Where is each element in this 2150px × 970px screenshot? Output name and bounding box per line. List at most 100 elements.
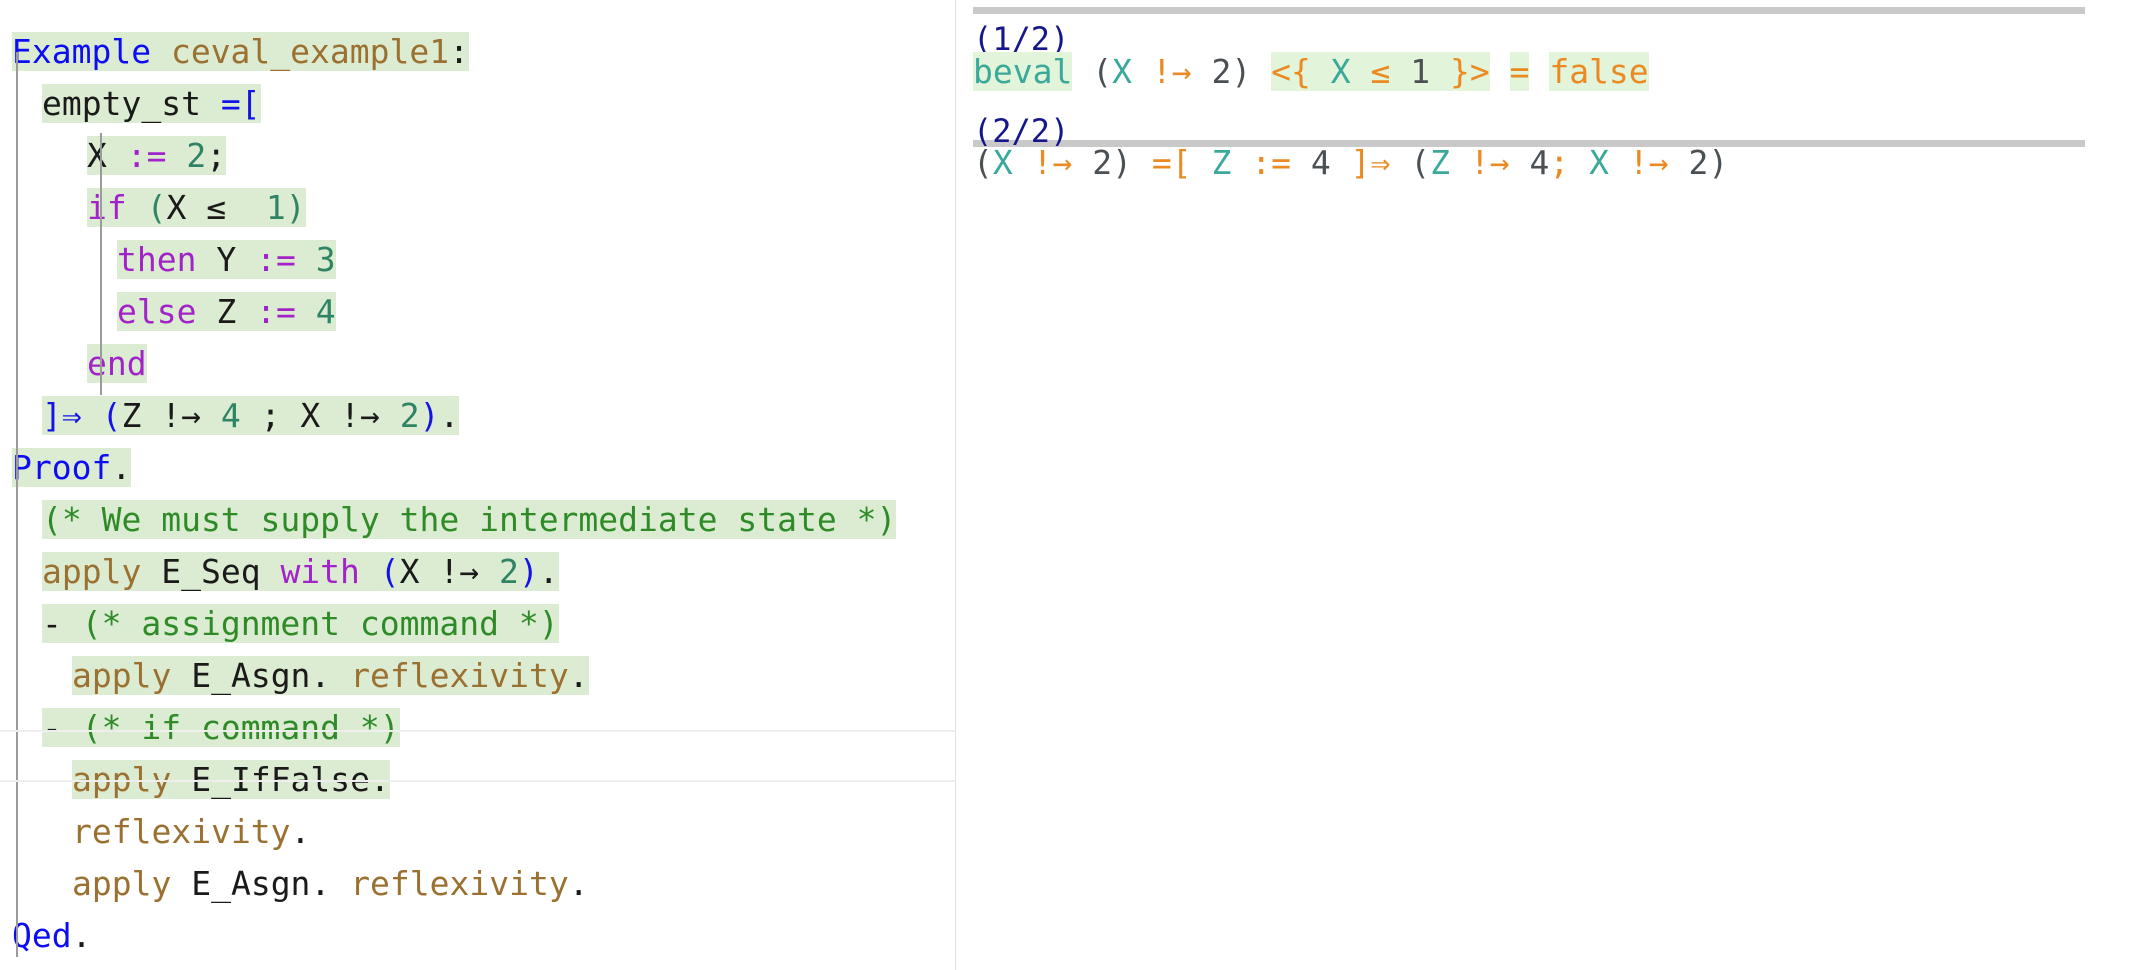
goal-token: 2	[1668, 143, 1709, 182]
code-text-layer[interactable]: Example ceval_example1: empty_st =[X := 2…	[0, 0, 955, 970]
code-token: 1	[245, 188, 286, 227]
code-line[interactable]: apply E_Asgn. reflexivity.	[0, 858, 589, 910]
code-token: :	[449, 32, 469, 71]
code-token: end	[87, 344, 147, 383]
goal-token: )	[1112, 143, 1152, 182]
goal-token: (	[1092, 52, 1113, 91]
goal-token: =[	[1151, 143, 1192, 182]
code-token: apply	[72, 864, 192, 903]
code-line[interactable]: - (* assignment command *)	[0, 598, 559, 650]
code-token: E_Asgn	[191, 864, 311, 903]
code-line[interactable]: (* We must supply the intermediate state…	[0, 494, 897, 546]
code-line[interactable]: Proof.	[0, 442, 132, 494]
code-token: .	[310, 656, 351, 695]
goal-token: X	[1330, 52, 1351, 91]
code-token: (	[379, 552, 400, 591]
code-token	[151, 32, 171, 71]
code-token: !→	[439, 552, 500, 591]
code-line[interactable]: apply E_Seq with (X !→ 2).	[0, 546, 559, 598]
goal-token: !→	[1628, 143, 1669, 182]
code-line[interactable]: apply E_IfFalse.	[0, 754, 390, 806]
code-token: E_Seq	[161, 552, 281, 591]
goal-token: <{	[1271, 52, 1311, 91]
code-line[interactable]: Example ceval_example1:	[0, 26, 469, 78]
code-token: !→	[161, 396, 221, 435]
goal-token	[1569, 143, 1589, 182]
code-token: (* We must supply the intermediate state…	[42, 500, 897, 539]
goal-token: X	[992, 143, 1013, 182]
code-line[interactable]: else Z := 4	[0, 286, 336, 338]
code-token: empty_st	[42, 84, 221, 123]
code-token: .	[290, 812, 311, 851]
code-token: :=	[256, 292, 316, 331]
goal-token: ;	[1549, 143, 1570, 182]
code-token: then	[117, 240, 217, 279]
goal-token: X	[1112, 52, 1132, 91]
code-line[interactable]: reflexivity.	[0, 806, 310, 858]
code-line[interactable]: if (X ≤ 1)	[0, 182, 306, 234]
goal-token	[1072, 52, 1092, 91]
code-token: ;	[206, 136, 227, 175]
code-line[interactable]: then Y := 3	[0, 234, 336, 286]
goal-token	[1529, 52, 1549, 91]
goal-token: 1	[1390, 52, 1450, 91]
code-token: with	[280, 552, 380, 591]
code-token: :=	[256, 240, 316, 279]
goal-token	[1350, 52, 1371, 91]
code-line[interactable]: X := 2;	[0, 130, 227, 182]
code-token: .	[568, 656, 589, 695]
code-token: .	[370, 760, 390, 799]
code-token: reflexivity	[72, 812, 291, 851]
goal-token	[1390, 143, 1410, 182]
goal-token	[1013, 143, 1033, 182]
code-token: if	[87, 188, 147, 227]
code-line[interactable]: empty_st =[	[0, 78, 261, 130]
indent-guide	[16, 52, 18, 957]
goal-token: X	[1589, 143, 1609, 182]
goal-token: }>	[1449, 52, 1490, 91]
panel-vertical-divider	[955, 0, 956, 970]
goal-token	[1231, 143, 1251, 182]
goal-token: Z	[1211, 143, 1232, 182]
goal-token	[1310, 52, 1331, 91]
code-token: (	[146, 188, 167, 227]
goals-panel: (1/2) beval (X !→ 2) <{ X ≤ 1 }> = false(…	[955, 0, 2100, 970]
code-token: .	[71, 916, 92, 955]
code-token: :=	[126, 136, 187, 175]
goal-token: 2	[1191, 52, 1232, 91]
code-token: .	[568, 864, 589, 903]
code-line[interactable]: end	[0, 338, 147, 390]
goal-token: false	[1549, 52, 1649, 91]
code-line[interactable]: ]⇒ (Z !→ 4 ; X !→ 2).	[0, 390, 460, 442]
goal-token: 2	[1072, 143, 1113, 182]
code-token: =[	[220, 84, 261, 123]
code-token: 4	[315, 292, 336, 331]
code-line[interactable]: - (* if command *)	[0, 702, 400, 754]
goal-token: )	[1708, 143, 1729, 182]
goal-token: !→	[1151, 52, 1192, 91]
code-token: ceval_example1	[170, 32, 450, 71]
code-editor-pane[interactable]: Example ceval_example1: empty_st =[X := 2…	[0, 0, 955, 970]
code-token: X	[87, 136, 127, 175]
code-token: ≤	[206, 188, 246, 227]
goal-token: (	[973, 143, 993, 182]
code-token: (* assignment command *)	[81, 604, 559, 643]
code-token: .	[538, 552, 559, 591]
goal-token	[1490, 52, 1510, 91]
code-token: Z	[121, 396, 162, 435]
code-token: Example	[12, 32, 152, 71]
code-token: reflexivity	[350, 864, 569, 903]
code-token: E_IfFalse	[191, 760, 371, 799]
code-token: ;	[240, 396, 301, 435]
goal-token: Z	[1430, 143, 1450, 182]
code-line[interactable]: apply E_Asgn. reflexivity.	[0, 650, 589, 702]
code-token: 2	[399, 396, 420, 435]
code-token: .	[439, 396, 460, 435]
goal-token: )	[1231, 52, 1252, 91]
code-token: .	[111, 448, 132, 487]
goal-token	[1450, 143, 1470, 182]
code-line[interactable]: Qed.	[0, 910, 91, 962]
code-token: ]⇒	[42, 396, 102, 435]
code-token: apply	[72, 760, 192, 799]
code-token: -	[42, 604, 82, 643]
